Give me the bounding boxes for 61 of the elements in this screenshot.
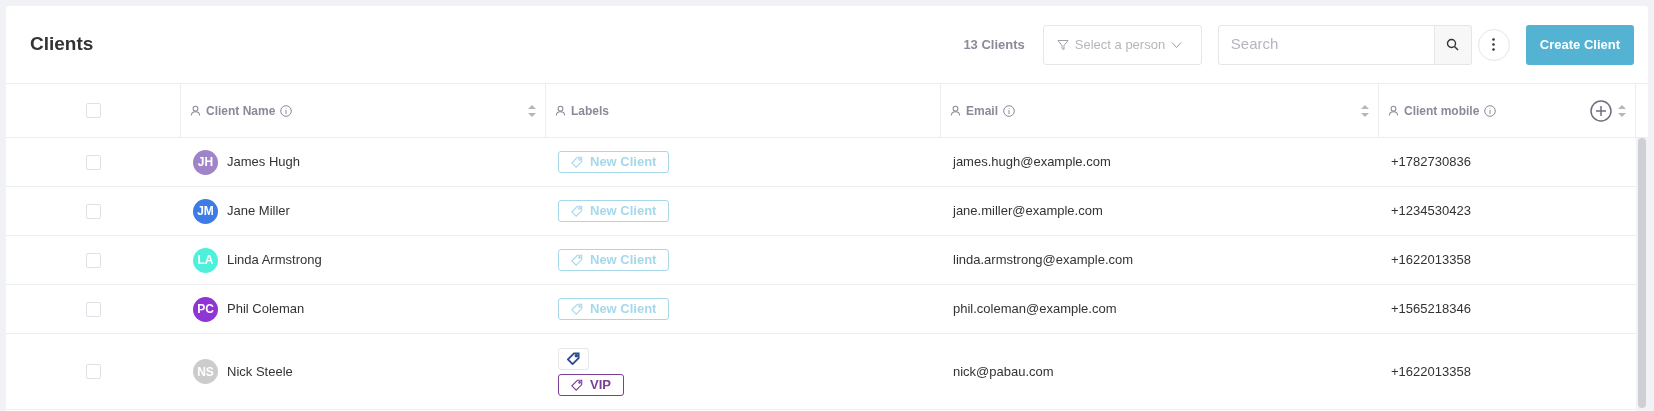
checkbox[interactable] <box>86 301 101 317</box>
tag-icon <box>571 205 583 217</box>
client-name: Linda Armstrong <box>227 251 322 270</box>
more-icon <box>1492 38 1496 51</box>
checkbox[interactable] <box>86 364 101 379</box>
checkbox[interactable] <box>85 103 101 118</box>
avatar: PC <box>193 296 218 322</box>
email: jane.miller@example.com <box>953 202 1103 221</box>
sort-icon[interactable] <box>1361 104 1369 117</box>
avatar: JH <box>193 149 218 175</box>
add-label-button[interactable] <box>558 347 589 370</box>
info-icon[interactable] <box>280 104 293 117</box>
person-icon <box>190 105 201 116</box>
info-icon[interactable] <box>1484 104 1497 117</box>
filter-icon <box>1056 38 1069 51</box>
search-icon <box>1446 38 1460 51</box>
client-name: James Hugh <box>227 153 300 172</box>
mobile-number: +1622013358 <box>1391 362 1471 381</box>
tag-icon <box>571 156 583 168</box>
email: nick@pabau.com <box>953 362 1054 381</box>
person-select[interactable]: Select a person <box>1042 24 1202 65</box>
mobile-number: +1782730836 <box>1391 153 1471 172</box>
column-header[interactable]: Client Name <box>206 101 276 120</box>
email: phil.coleman@example.com <box>953 300 1117 319</box>
client-name: Jane Miller <box>227 202 290 221</box>
label-tag[interactable]: New Client <box>558 200 670 222</box>
avatar: LA <box>193 247 218 273</box>
client-name: Nick Steele <box>227 362 293 381</box>
person-icon <box>555 105 566 116</box>
email: james.hugh@example.com <box>953 153 1111 172</box>
checkbox[interactable] <box>86 154 101 170</box>
mobile-number: +1234530423 <box>1391 202 1471 221</box>
sort-icon[interactable] <box>1618 104 1626 117</box>
label-tag[interactable]: New Client <box>558 151 670 173</box>
client-name: Phil Coleman <box>227 300 305 319</box>
search-button[interactable] <box>1434 24 1472 65</box>
mobile-number: +1622013358 <box>1391 251 1471 270</box>
email: linda.armstrong@example.com <box>953 251 1134 270</box>
chevron-down-icon <box>1171 40 1183 49</box>
checkbox[interactable] <box>86 252 101 268</box>
label-tag[interactable]: New Client <box>558 249 670 271</box>
person-icon <box>950 105 961 116</box>
mobile-number: +1565218346 <box>1391 300 1471 319</box>
page-title: Clients <box>30 32 94 57</box>
label-tag[interactable]: New Client <box>558 298 670 320</box>
client-count: 13 Clients <box>963 35 1025 54</box>
info-icon[interactable] <box>1003 104 1015 117</box>
create-client-button[interactable]: Create Client <box>1525 24 1634 65</box>
column-header[interactable]: Client mobile <box>1404 101 1480 120</box>
column-header[interactable]: Labels <box>571 101 609 120</box>
search-field[interactable]: Search <box>1217 24 1435 65</box>
sort-icon[interactable] <box>528 104 536 117</box>
column-header[interactable]: Email <box>966 101 998 120</box>
tag-icon <box>571 378 583 391</box>
tag-icon <box>571 254 583 266</box>
label-tag[interactable]: VIP <box>558 373 624 396</box>
checkbox[interactable] <box>86 203 101 219</box>
tag-icon <box>571 303 583 315</box>
add-column-icon[interactable] <box>1590 99 1612 122</box>
person-icon <box>1388 105 1399 116</box>
avatar: JM <box>193 198 218 224</box>
